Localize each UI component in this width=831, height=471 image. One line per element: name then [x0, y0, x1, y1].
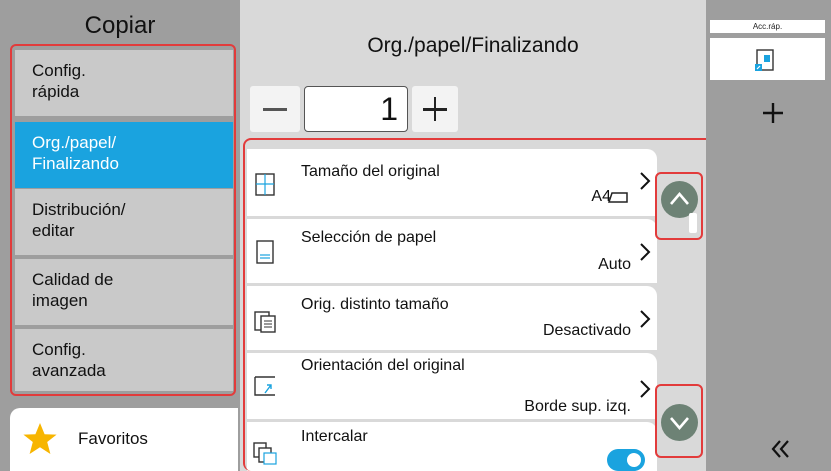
copies-input[interactable]: 1 [304, 86, 408, 132]
shortcut-icon [755, 49, 774, 71]
tabs-highlight-outline [10, 44, 236, 396]
scroll-up-highlight-outline [655, 172, 703, 240]
collapse-panel-icon[interactable] [768, 436, 794, 462]
section-title: Org./papel/Finalizando [367, 34, 579, 57]
favorites-label: Favoritos [78, 429, 148, 448]
add-shortcut-icon[interactable] [758, 98, 788, 128]
decrease-copies-button[interactable] [250, 86, 300, 132]
increase-copies-button[interactable] [412, 86, 458, 132]
page-title: Copiar [84, 12, 156, 39]
settings-list-highlight-outline [243, 138, 715, 471]
quick-access-label: Acc.ráp. [710, 20, 825, 33]
scroll-down-highlight-outline [655, 384, 703, 458]
star-icon [23, 423, 57, 454]
